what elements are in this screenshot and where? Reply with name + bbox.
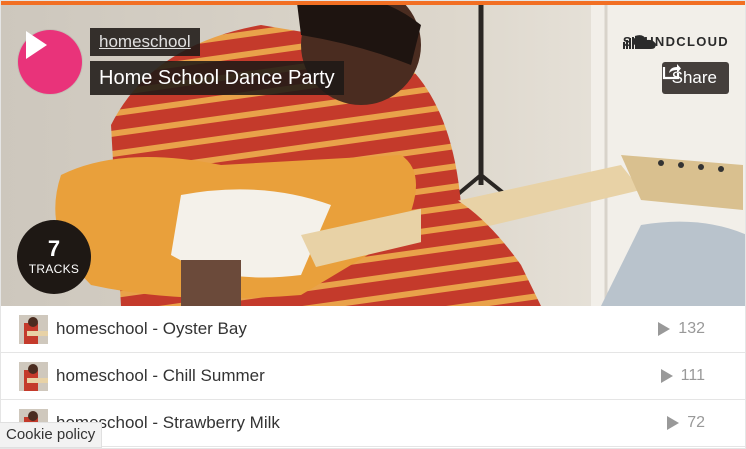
user-link[interactable]: homeschool xyxy=(90,28,200,56)
track-row[interactable]: homeschool - Oyster Bay 132 xyxy=(1,306,745,353)
play-count: 111 xyxy=(660,367,705,385)
track-row[interactable]: homeschool - Strawberry Milk 72 xyxy=(1,400,745,447)
play-count-value: 111 xyxy=(680,367,705,384)
play-count-icon xyxy=(658,322,671,336)
play-count-value: 132 xyxy=(678,320,705,337)
play-count: 72 xyxy=(667,414,705,432)
track-row[interactable]: homeschool - Chill Summer 111 xyxy=(1,353,745,400)
track-thumbnail-image xyxy=(19,362,48,391)
track-count: 7 xyxy=(47,236,61,261)
playlist-title[interactable]: Home School Dance Party xyxy=(90,61,344,95)
share-button[interactable]: Share xyxy=(661,62,729,94)
play-count-icon xyxy=(667,416,680,430)
soundcloud-playlist-widget: homeschool Home School Dance Party SOUND… xyxy=(0,0,746,449)
soundcloud-logo[interactable]: SOUNDCLOUD xyxy=(622,34,729,49)
play-count: 132 xyxy=(658,320,705,338)
track-thumbnail-image xyxy=(19,315,48,344)
track-count-label: TRACKS xyxy=(28,262,80,276)
cookie-policy-link[interactable]: Cookie policy xyxy=(0,422,103,448)
soundcloud-cloud-icon xyxy=(622,35,656,49)
track-thumbnail xyxy=(19,362,48,391)
share-icon xyxy=(662,64,681,80)
play-count-value: 72 xyxy=(687,414,705,431)
track-title: homeschool - Oyster Bay xyxy=(56,319,247,338)
track-thumbnail xyxy=(19,315,48,344)
play-button[interactable] xyxy=(18,30,82,94)
track-title: homeschool - Chill Summer xyxy=(56,366,265,385)
playlist-artwork: homeschool Home School Dance Party SOUND… xyxy=(1,5,745,306)
track-list: homeschool - Oyster Bay 132 homeschool -… xyxy=(1,306,745,447)
play-icon xyxy=(26,31,47,59)
track-count-badge: 7 TRACKS xyxy=(17,220,91,294)
play-count-icon xyxy=(660,369,673,383)
